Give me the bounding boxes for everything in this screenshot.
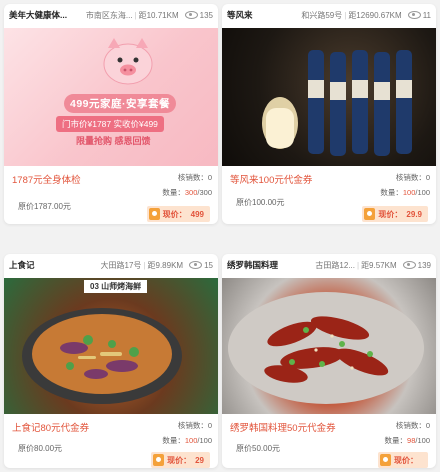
shop-name[interactable]: 上食记: [9, 259, 97, 271]
shop-distance: 距9.89KM: [147, 260, 184, 270]
shop-address: 古田路12...: [315, 260, 355, 270]
view-count: 135: [199, 10, 213, 20]
current-price-value: 29.9: [406, 209, 422, 219]
shop-address: 市南区东海...: [85, 10, 133, 20]
deal-image[interactable]: 03 山师烤海鲜: [4, 278, 218, 414]
view-count: 11: [422, 10, 431, 20]
divider: |: [344, 10, 347, 20]
divider: |: [134, 10, 137, 20]
shop-distance: 距9.57KM: [361, 260, 397, 270]
stock-quantity: 数量：98/100: [384, 436, 430, 445]
shop-address: 和兴路59号: [301, 10, 343, 20]
view-count: 15: [204, 260, 213, 270]
current-price-value: 29: [195, 455, 204, 465]
current-price-badge[interactable]: 现价： 29: [151, 452, 210, 468]
redeemed-count: 核销数：0: [177, 421, 212, 430]
eye-icon: [407, 11, 421, 19]
pig-mascot-icon: [103, 38, 153, 85]
price-tag-icon: [380, 454, 391, 466]
current-price-label: 现价：: [394, 455, 418, 465]
deal-image[interactable]: [222, 28, 436, 166]
price-tag-icon: [148, 208, 160, 220]
view-count: 139: [417, 260, 431, 270]
card-header: 绣罗韩国料理 古田路12... | 距9.57KM 139: [222, 254, 436, 276]
seafood-pot-photo: [22, 308, 182, 404]
korean-dish-photo: [228, 292, 424, 404]
eye-icon: [189, 261, 203, 269]
stock-quantity: 数量：100/100: [162, 436, 212, 445]
shop-name[interactable]: 美年大健康体...: [9, 9, 82, 21]
deal-card[interactable]: 美年大健康体... 市南区东海... | 距10.71KM 135 499元家庭…: [4, 4, 218, 224]
current-price-badge[interactable]: 现价： 499: [146, 206, 210, 222]
shop-address: 大田路17号: [100, 260, 142, 270]
deal-image[interactable]: [222, 278, 436, 414]
deal-card[interactable]: 等风来 和兴路59号 | 距12690.67KM 11 等风来100元代金券 核…: [222, 4, 436, 224]
redeemed-count: 核销数：0: [395, 173, 430, 182]
card-header: 上食记 大田路17号 | 距9.89KM 15: [4, 254, 218, 276]
shop-name[interactable]: 等风来: [227, 9, 297, 21]
stock-quantity: 数量：100/100: [380, 188, 430, 197]
current-price-label: 现价：: [167, 455, 192, 465]
original-price: 原价100.00元: [236, 198, 285, 207]
shop-name[interactable]: 绣罗韩国料理: [227, 259, 311, 271]
divider: |: [356, 260, 360, 270]
divider: |: [143, 260, 146, 270]
deal-card[interactable]: 上食记 大田路17号 | 距9.89KM 15 03 山师烤海鲜 上食记80元代…: [4, 254, 218, 468]
current-price-badge[interactable]: 现价： 29.9: [362, 206, 428, 222]
beer-bottles-photo: [262, 50, 412, 156]
eye-icon: [184, 11, 198, 19]
eye-icon: [402, 261, 416, 269]
current-price-label: 现价：: [378, 209, 403, 219]
price-tag-icon: [153, 454, 165, 466]
promo-title: 499元家庭·安享套餐: [64, 94, 177, 113]
price-tag-icon: [364, 208, 376, 220]
card-header: 美年大健康体... 市南区东海... | 距10.71KM 135: [4, 4, 218, 26]
deal-title[interactable]: 绣罗韩国料理50元代金券: [230, 420, 336, 434]
current-price-value: 499: [190, 209, 204, 219]
current-price-label: 现价：: [162, 209, 187, 219]
promo-prices: 门市价¥1787 实收价¥499: [56, 116, 164, 132]
original-price: 原价1787.00元: [18, 202, 71, 211]
redeemed-count: 核销数：0: [177, 173, 212, 182]
shop-distance: 距10.71KM: [138, 10, 179, 20]
card-header: 等风来 和兴路59号 | 距12690.67KM 11: [222, 4, 436, 26]
deal-image[interactable]: 499元家庭·安享套餐 门市价¥1787 实收价¥499 限量抢购 感恩回馈: [4, 28, 218, 166]
deal-title[interactable]: 上食记80元代金券: [12, 420, 89, 434]
redeemed-count: 核销数：0: [395, 421, 430, 430]
deal-title[interactable]: 等风来100元代金券: [230, 172, 312, 186]
deal-title[interactable]: 1787元全身体检: [12, 172, 81, 186]
shop-distance: 距12690.67KM: [348, 10, 402, 20]
current-price-badge[interactable]: 现价：: [378, 452, 428, 468]
original-price: 原价80.00元: [18, 444, 63, 453]
stock-quantity: 数量：300/300: [162, 188, 212, 197]
original-price: 原价50.00元: [236, 444, 281, 453]
promo-slogan: 限量抢购 感恩回馈: [76, 136, 151, 146]
deal-card[interactable]: 绣罗韩国料理 古田路12... | 距9.57KM 139 绣罗韩国料理50元代…: [222, 254, 436, 468]
